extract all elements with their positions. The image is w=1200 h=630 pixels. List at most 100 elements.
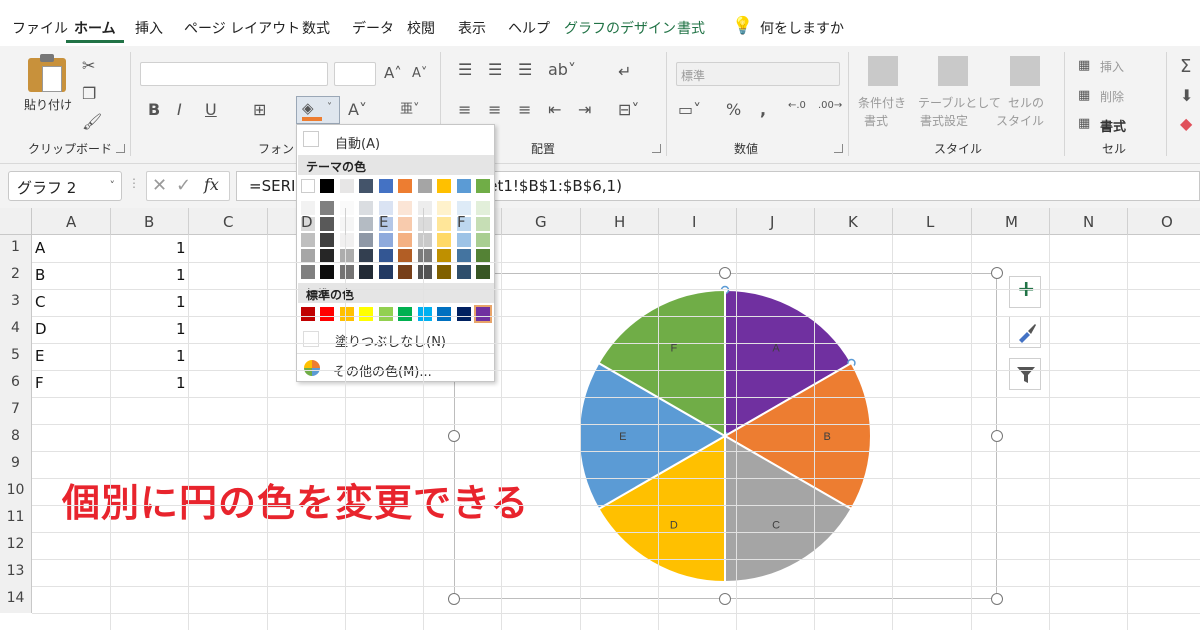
row-header-5[interactable]: 5 [0,343,32,370]
resize-handle-top[interactable] [719,267,731,279]
theme-shade-swatch[interactable] [379,265,393,279]
column-header-m[interactable]: M [1005,213,1018,231]
paste-icon[interactable] [28,54,66,92]
theme-color-swatch[interactable] [301,179,315,193]
enter-icon[interactable]: ✓ [176,175,191,196]
row-header-3[interactable]: 3 [0,289,32,316]
theme-shade-swatch[interactable] [476,201,490,215]
chart-elements-button[interactable]: + [1009,276,1041,308]
column-header-b[interactable]: B [144,213,154,231]
theme-shade-swatch[interactable] [476,217,490,231]
theme-color-swatch[interactable] [476,179,490,193]
theme-shade-swatch[interactable] [418,233,432,247]
column-header-a[interactable]: A [66,213,76,231]
chart-filters-button[interactable] [1009,358,1041,390]
font-size-dropdown[interactable] [334,62,376,86]
standard-color-swatch[interactable] [379,307,393,321]
cell-a2[interactable]: B [35,266,45,284]
cell-b5[interactable]: 1 [176,347,186,365]
row-header-8[interactable]: 8 [0,424,32,451]
column-header-k[interactable]: K [848,213,858,231]
cancel-icon[interactable]: ✕ [152,175,167,196]
font-color-icon[interactable]: A˅ [348,100,367,119]
cell-b2[interactable]: 1 [176,266,186,284]
theme-shade-swatch[interactable] [398,233,412,247]
column-header-i[interactable]: I [692,213,696,231]
tab-chart-design[interactable]: グラフのデザイン [564,18,676,38]
resize-handle-bottom-right[interactable] [991,593,1003,605]
number-launcher-icon[interactable] [834,144,843,153]
clipboard-launcher-icon[interactable] [116,144,125,153]
align-left-icon[interactable]: ≡ [458,100,471,119]
paste-button[interactable]: 貼り付け [24,96,72,113]
column-header-o[interactable]: O [1161,213,1173,231]
row-header-10[interactable]: 10 [0,478,32,505]
format-as-table-icon[interactable] [938,56,968,86]
theme-color-swatch[interactable] [340,179,354,193]
column-header-n[interactable]: N [1083,213,1094,231]
theme-color-swatch[interactable] [320,179,334,193]
align-center-icon[interactable]: ≡ [488,100,501,119]
tab-format[interactable]: 書式 [677,18,705,38]
theme-shade-swatch[interactable] [418,201,432,215]
cell-a1[interactable]: A [35,239,45,257]
theme-shade-swatch[interactable] [340,217,354,231]
column-header-g[interactable]: G [535,213,547,231]
format-painter-icon[interactable]: 🖌 [82,112,102,131]
cell-styles-label-1[interactable]: セルの [1008,94,1044,111]
theme-shade-swatch[interactable] [437,265,451,279]
cell-a6[interactable]: F [35,374,44,392]
theme-shade-swatch[interactable] [359,265,373,279]
standard-color-swatch[interactable] [474,305,492,323]
row-header-1[interactable]: 1 [0,235,32,262]
no-fill-swatch[interactable] [303,331,319,347]
theme-color-swatch[interactable] [457,179,471,193]
theme-shade-swatch[interactable] [457,249,471,263]
theme-shade-swatch[interactable] [398,201,412,215]
underline-button[interactable]: U [205,100,217,119]
clear-icon[interactable]: ◆ [1180,114,1192,133]
standard-color-swatch[interactable] [301,307,315,321]
column-header-f[interactable]: F [457,213,466,231]
column-header-d[interactable]: D [301,213,313,231]
phonetic-icon[interactable]: 亜˅ [400,98,420,117]
row-header-6[interactable]: 6 [0,370,32,397]
align-right-icon[interactable]: ≡ [518,100,531,119]
theme-shade-swatch[interactable] [418,265,432,279]
align-top-icon[interactable]: ☰ [458,60,472,79]
accounting-format-icon[interactable]: ▭˅ [678,100,701,119]
theme-shade-swatch[interactable] [476,249,490,263]
fill-color-button[interactable]: ◈ ˅ [296,96,340,124]
standard-color-swatch[interactable] [320,307,334,321]
align-bottom-icon[interactable]: ☰ [518,60,532,79]
theme-shade-swatch[interactable] [437,249,451,263]
column-header-h[interactable]: H [614,213,625,231]
theme-shade-swatch[interactable] [340,265,354,279]
copy-icon[interactable]: ❐ [82,84,96,103]
increase-font-icon[interactable]: A˄ [384,64,402,82]
standard-color-swatch[interactable] [398,307,412,321]
decrease-font-icon[interactable]: A˅ [412,66,427,81]
theme-color-swatch[interactable] [418,179,432,193]
row-header-14[interactable]: 14 [0,586,32,613]
theme-shade-swatch[interactable] [359,217,373,231]
theme-shade-swatch[interactable] [320,217,334,231]
row-header-2[interactable]: 2 [0,262,32,289]
theme-shade-swatch[interactable] [476,265,490,279]
number-format-dropdown[interactable]: 標準 [676,62,840,86]
resize-handle-left[interactable] [448,430,460,442]
theme-color-swatch[interactable] [379,179,393,193]
format-as-table-label-1[interactable]: テーブルとして [918,94,1001,111]
resize-handle-bottom-left[interactable] [448,593,460,605]
column-header-e[interactable]: E [379,213,388,231]
cell-a3[interactable]: C [35,293,45,311]
alignment-launcher-icon[interactable] [652,144,661,153]
no-fill-option[interactable]: 塗りつぶしなし(N) [335,331,446,350]
fill-down-icon[interactable]: ⬇ [1180,86,1193,105]
theme-shade-swatch[interactable] [437,217,451,231]
theme-shade-swatch[interactable] [320,233,334,247]
theme-shade-swatch[interactable] [379,233,393,247]
conditional-formatting-label-1[interactable]: 条件付き [858,94,906,111]
borders-icon[interactable]: ⊞ [253,100,266,119]
theme-shade-swatch[interactable] [340,201,354,215]
